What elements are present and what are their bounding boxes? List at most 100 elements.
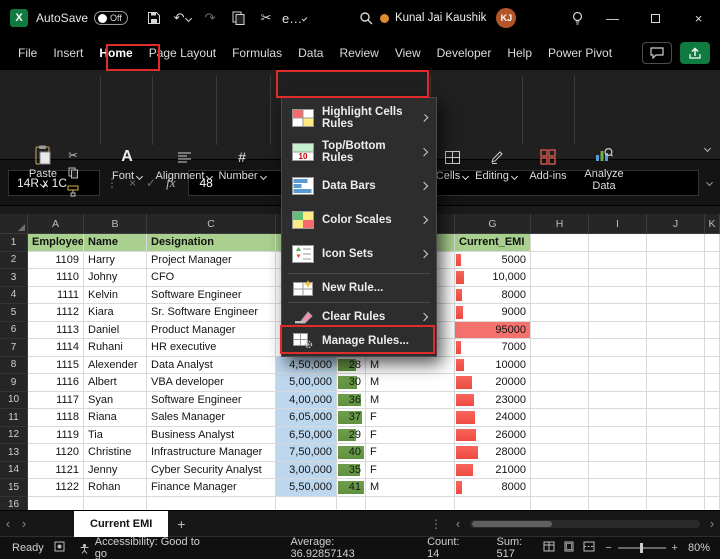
column-header-K[interactable]: K (705, 214, 720, 234)
cell-J13[interactable] (647, 444, 705, 462)
cell-K9[interactable] (705, 374, 720, 392)
cell-E8[interactable]: 28 (337, 357, 366, 375)
row-header-13[interactable]: 13 (0, 444, 28, 462)
cell-K6[interactable] (705, 322, 720, 340)
row-header-16[interactable]: 16 (0, 497, 28, 511)
copy-icon[interactable] (226, 6, 250, 30)
analyze-data-button[interactable]: Analyze Data (578, 144, 630, 192)
cell-K7[interactable] (705, 339, 720, 357)
cells-group-button[interactable]: Cells (433, 146, 471, 182)
menu-item-manage-rules[interactable]: Manage Rules... (282, 329, 436, 353)
cell-I6[interactable] (589, 322, 647, 340)
cell-J6[interactable] (647, 322, 705, 340)
copy-icon[interactable] (64, 166, 82, 180)
cell-B3[interactable]: Johny (84, 269, 147, 287)
row-header-6[interactable]: 6 (0, 322, 28, 340)
cell-I14[interactable] (589, 462, 647, 480)
row-header-12[interactable]: 12 (0, 427, 28, 445)
cell-J9[interactable] (647, 374, 705, 392)
cell-C3[interactable]: CFO (147, 269, 276, 287)
cell-K15[interactable] (705, 479, 720, 497)
cell-G16[interactable] (455, 497, 531, 511)
row-header-3[interactable]: 3 (0, 269, 28, 287)
cell-G14[interactable]: 21000 (455, 462, 531, 480)
cell-I1[interactable] (589, 234, 647, 252)
cell-E14[interactable]: 35 (337, 462, 366, 480)
column-header-H[interactable]: H (531, 214, 589, 234)
cell-A12[interactable]: 1119 (28, 427, 84, 445)
cell-I3[interactable] (589, 269, 647, 287)
menu-item-data-bars[interactable]: Data Bars (282, 169, 436, 203)
cell-K10[interactable] (705, 392, 720, 410)
cell-D9[interactable]: 5,00,000 (276, 374, 337, 392)
menu-tab-formulas[interactable]: Formulas (224, 40, 290, 66)
user-avatar[interactable]: KJ (496, 8, 516, 28)
cell-A5[interactable]: 1112 (28, 304, 84, 322)
sheet-nav-right-icon[interactable]: › (16, 516, 32, 531)
cell-H16[interactable] (531, 497, 589, 511)
cell-A2[interactable]: 1109 (28, 252, 84, 270)
cell-I11[interactable] (589, 409, 647, 427)
cell-A16[interactable] (28, 497, 84, 511)
cell-H8[interactable] (531, 357, 589, 375)
editing-group-button[interactable]: Editing (473, 146, 519, 182)
restore-button[interactable] (634, 0, 677, 36)
cell-B14[interactable]: Jenny (84, 462, 147, 480)
cell-K14[interactable] (705, 462, 720, 480)
cell-K13[interactable] (705, 444, 720, 462)
cell-G11[interactable]: 24000 (455, 409, 531, 427)
row-header-2[interactable]: 2 (0, 252, 28, 270)
cell-H12[interactable] (531, 427, 589, 445)
cell-C8[interactable]: Data Analyst (147, 357, 276, 375)
font-group-button[interactable]: A Font (106, 146, 148, 182)
cell-B7[interactable]: Ruhani (84, 339, 147, 357)
row-header-8[interactable]: 8 (0, 357, 28, 375)
cell-G1[interactable]: Current_EMI (455, 234, 531, 252)
menu-tab-data[interactable]: Data (290, 40, 331, 66)
cell-I8[interactable] (589, 357, 647, 375)
cell-K11[interactable] (705, 409, 720, 427)
menu-tab-insert[interactable]: Insert (45, 40, 91, 66)
cell-B4[interactable]: Kelvin (84, 287, 147, 305)
cell-J8[interactable] (647, 357, 705, 375)
cell-F10[interactable]: M (366, 392, 455, 410)
select-all-corner[interactable] (0, 214, 28, 234)
hscroll-left-icon[interactable]: ‹ (450, 516, 466, 531)
view-normal-icon[interactable] (543, 541, 555, 555)
cell-C9[interactable]: VBA developer (147, 374, 276, 392)
search-icon[interactable] (354, 6, 378, 30)
cell-C12[interactable]: Business Analyst (147, 427, 276, 445)
row-header-15[interactable]: 15 (0, 479, 28, 497)
cell-J7[interactable] (647, 339, 705, 357)
cell-I5[interactable] (589, 304, 647, 322)
cell-K4[interactable] (705, 287, 720, 305)
cell-A4[interactable]: 1111 (28, 287, 84, 305)
cell-D14[interactable]: 3,00,000 (276, 462, 337, 480)
cell-E16[interactable] (337, 497, 366, 511)
cell-J2[interactable] (647, 252, 705, 270)
column-header-J[interactable]: J (647, 214, 705, 234)
lightbulb-icon[interactable] (565, 6, 589, 30)
cell-H5[interactable] (531, 304, 589, 322)
cell-F14[interactable]: F (366, 462, 455, 480)
cell-G3[interactable]: 10,000 (455, 269, 531, 287)
cell-I16[interactable] (589, 497, 647, 511)
cell-H2[interactable] (531, 252, 589, 270)
zoom-level[interactable]: 80% (688, 542, 710, 554)
cell-C7[interactable]: HR executive (147, 339, 276, 357)
share-button[interactable] (680, 42, 710, 64)
user-account[interactable]: Kunal Jai Kaushik (380, 12, 486, 24)
menu-item-clear-rules[interactable]: Clear Rules (282, 305, 436, 329)
cell-J14[interactable] (647, 462, 705, 480)
cell-D11[interactable]: 6,05,000 (276, 409, 337, 427)
menu-item-color-scales[interactable]: Color Scales (282, 203, 436, 237)
cell-I2[interactable] (589, 252, 647, 270)
cell-J1[interactable] (647, 234, 705, 252)
menu-tab-file[interactable]: File (10, 40, 45, 66)
cell-A7[interactable]: 1114 (28, 339, 84, 357)
cell-J15[interactable] (647, 479, 705, 497)
cell-H1[interactable] (531, 234, 589, 252)
cell-F13[interactable]: F (366, 444, 455, 462)
cell-G9[interactable]: 20000 (455, 374, 531, 392)
cell-G15[interactable]: 8000 (455, 479, 531, 497)
